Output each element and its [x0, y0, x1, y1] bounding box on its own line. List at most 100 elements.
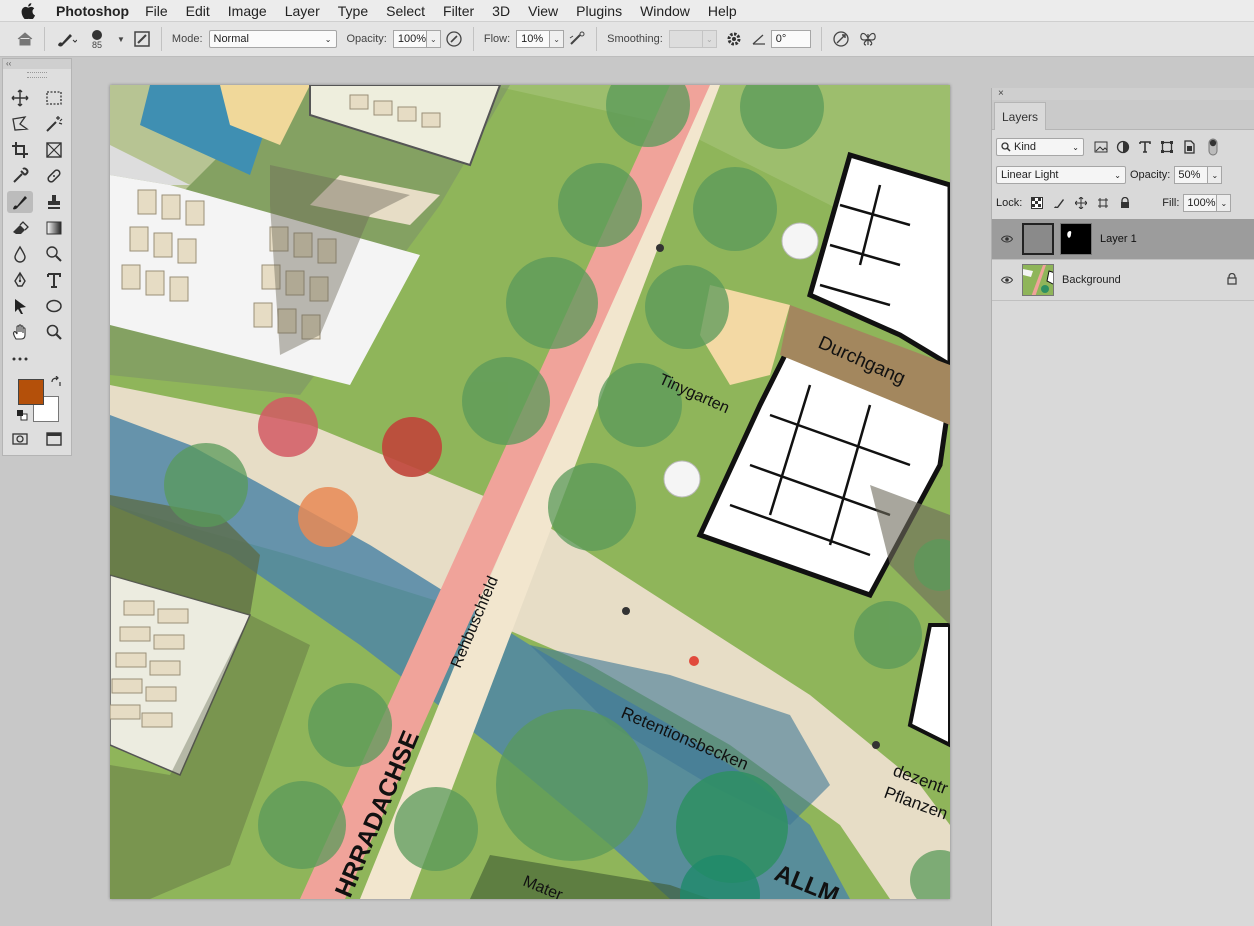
- flow-dropdown[interactable]: ⌄: [550, 30, 565, 48]
- layers-panel-close[interactable]: ×: [992, 88, 1254, 100]
- blend-mode-value: Linear Light: [1001, 169, 1059, 181]
- options-bar: 85 ▼ Mode: Normal ⌄ Opacity: 100% ⌄ Flow…: [0, 22, 1254, 57]
- visibility-eye-icon[interactable]: [992, 235, 1022, 243]
- mode-value: Normal: [213, 33, 249, 45]
- menu-view[interactable]: View: [528, 3, 558, 19]
- blend-row: Linear Light ⌄ Opacity: 50% ⌄: [992, 164, 1254, 186]
- menu-select[interactable]: Select: [386, 3, 425, 19]
- menu-file[interactable]: File: [145, 3, 168, 19]
- move-tool-icon[interactable]: [7, 87, 33, 109]
- opacity-dropdown[interactable]: ⌄: [426, 30, 441, 48]
- foreground-color-swatch[interactable]: [18, 379, 44, 405]
- layer-row-background[interactable]: Background: [992, 260, 1254, 301]
- lock-label: Lock:: [996, 197, 1023, 209]
- brush-tool-preset-icon[interactable]: [55, 28, 77, 50]
- path-selection-icon[interactable]: [7, 295, 33, 317]
- blend-mode-select[interactable]: Linear Light ⌄: [996, 166, 1126, 184]
- smoothing-dropdown[interactable]: ⌄: [702, 30, 717, 48]
- rectangular-marquee-icon[interactable]: [41, 87, 67, 109]
- pressure-opacity-icon[interactable]: [445, 28, 463, 50]
- home-icon[interactable]: [16, 28, 34, 50]
- apple-logo-icon[interactable]: [0, 2, 56, 19]
- opacity-label: Opacity:: [346, 33, 387, 45]
- chevron-down-icon[interactable]: ▼: [117, 28, 125, 50]
- airbrush-icon[interactable]: [568, 28, 586, 50]
- filter-toggle-icon[interactable]: [1204, 138, 1222, 156]
- lock-transparent-icon[interactable]: [1028, 194, 1046, 212]
- layer-name[interactable]: Layer 1: [1100, 233, 1137, 245]
- canvas-area[interactable]: Durchgang Tinygarten Rehbuschfeld Retent…: [74, 58, 990, 926]
- lock-artboard-icon[interactable]: [1094, 194, 1112, 212]
- filter-kind-value: Kind: [1014, 141, 1037, 153]
- filter-smart-object-icon[interactable]: [1180, 138, 1198, 156]
- lock-position-icon[interactable]: [1072, 194, 1090, 212]
- tools-panel-grip[interactable]: [27, 72, 47, 78]
- layer-mask-thumbnail[interactable]: [1060, 223, 1092, 255]
- screen-mode-icon[interactable]: [41, 428, 67, 450]
- document-canvas[interactable]: Durchgang Tinygarten Rehbuschfeld Retent…: [110, 85, 950, 899]
- menu-type[interactable]: Type: [338, 3, 368, 19]
- brush-tool-icon[interactable]: [7, 191, 33, 213]
- app-menu[interactable]: Photoshop: [56, 3, 129, 19]
- lock-icon[interactable]: [1227, 272, 1237, 288]
- magic-wand-icon[interactable]: [41, 113, 67, 135]
- flow-input[interactable]: 10%: [516, 30, 551, 48]
- menu-filter[interactable]: Filter: [443, 3, 474, 19]
- tools-panel-collapse[interactable]: ‹‹: [3, 59, 71, 69]
- menu-layer[interactable]: Layer: [285, 3, 320, 19]
- type-tool-icon[interactable]: [41, 269, 67, 291]
- gradient-tool-icon[interactable]: [41, 217, 67, 239]
- menu-edit[interactable]: Edit: [186, 3, 210, 19]
- smoothing-input[interactable]: [668, 30, 703, 48]
- lock-all-icon[interactable]: [1116, 194, 1134, 212]
- brush-settings-panel-icon[interactable]: [133, 28, 151, 50]
- clone-stamp-icon[interactable]: [41, 191, 67, 213]
- dodge-tool-icon[interactable]: [41, 243, 67, 265]
- frame-tool-icon[interactable]: [41, 139, 67, 161]
- filter-type-icon[interactable]: [1136, 138, 1154, 156]
- crop-tool-icon[interactable]: [7, 139, 33, 161]
- symmetry-butterfly-icon[interactable]: [858, 28, 878, 50]
- brush-size-picker[interactable]: 85: [85, 28, 109, 50]
- eraser-icon[interactable]: [7, 217, 33, 239]
- layer-opacity-input[interactable]: 50%: [1174, 166, 1209, 184]
- menu-window[interactable]: Window: [640, 3, 690, 19]
- filter-shape-icon[interactable]: [1158, 138, 1176, 156]
- visibility-eye-icon[interactable]: [992, 276, 1022, 284]
- blur-tool-icon[interactable]: [7, 243, 33, 265]
- layers-panel-tabs: Layers: [992, 100, 1254, 130]
- angle-input[interactable]: 0°: [770, 30, 811, 48]
- default-colors-icon[interactable]: [16, 409, 28, 424]
- eyedropper-icon[interactable]: [7, 165, 33, 187]
- menu-help[interactable]: Help: [708, 3, 737, 19]
- menu-image[interactable]: Image: [228, 3, 267, 19]
- more-tools-icon[interactable]: [7, 348, 33, 370]
- layer-name[interactable]: Background: [1062, 274, 1121, 286]
- gear-icon[interactable]: [725, 28, 743, 50]
- filter-pixel-icon[interactable]: [1092, 138, 1110, 156]
- tab-layers[interactable]: Layers: [994, 102, 1046, 130]
- hand-tool-icon[interactable]: [7, 321, 33, 343]
- lock-image-pixels-icon[interactable]: [1050, 194, 1068, 212]
- pressure-size-icon[interactable]: [832, 28, 850, 50]
- fill-input[interactable]: 100%: [1183, 194, 1218, 212]
- layer-thumbnail[interactable]: [1022, 223, 1054, 255]
- menu-3d[interactable]: 3D: [492, 3, 510, 19]
- mode-select[interactable]: Normal ⌄: [208, 30, 337, 48]
- smoothing-label: Smoothing:: [607, 33, 663, 45]
- layer-thumbnail[interactable]: [1022, 264, 1054, 296]
- menu-plugins[interactable]: Plugins: [576, 3, 622, 19]
- quick-mask-icon[interactable]: [7, 428, 33, 450]
- pen-tool-icon[interactable]: [7, 269, 33, 291]
- healing-brush-icon[interactable]: [41, 165, 67, 187]
- polygonal-lasso-icon[interactable]: [7, 113, 33, 135]
- opacity-input[interactable]: 100%: [392, 30, 427, 48]
- layer-opacity-dropdown[interactable]: ⌄: [1208, 166, 1223, 184]
- filter-adjustment-icon[interactable]: [1114, 138, 1132, 156]
- layer-row-layer-1[interactable]: Layer 1: [992, 219, 1254, 260]
- fill-dropdown[interactable]: ⌄: [1217, 194, 1232, 212]
- zoom-tool-icon[interactable]: [41, 321, 67, 343]
- swap-colors-icon[interactable]: [50, 375, 62, 391]
- filter-kind-select[interactable]: Kind ⌄: [996, 138, 1084, 156]
- ellipse-tool-icon[interactable]: [41, 295, 67, 317]
